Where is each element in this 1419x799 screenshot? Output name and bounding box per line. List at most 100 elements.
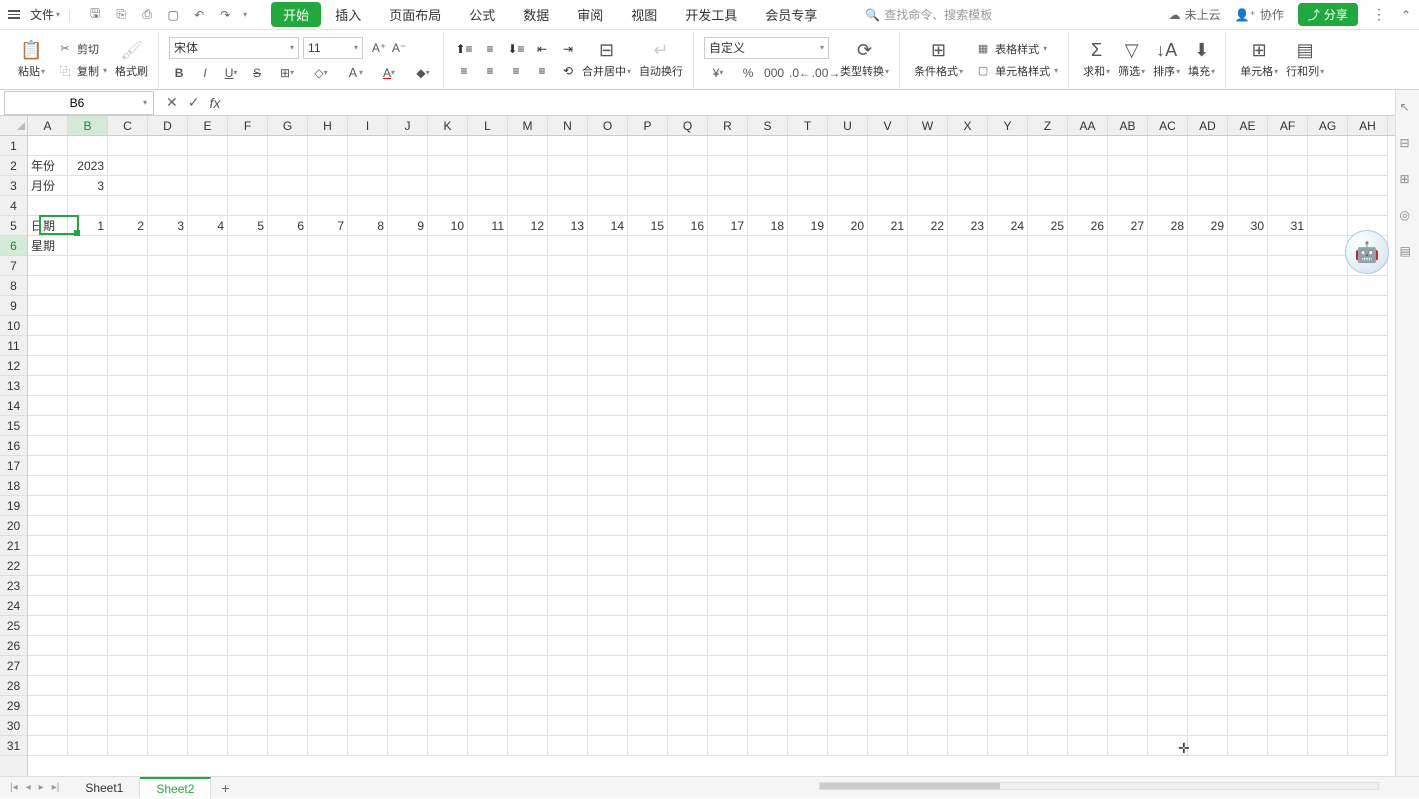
cell-F26[interactable]: [228, 636, 268, 656]
cell-AD10[interactable]: [1188, 316, 1228, 336]
cell-X9[interactable]: [948, 296, 988, 316]
cell-AH4[interactable]: [1348, 196, 1388, 216]
cell-B23[interactable]: [68, 576, 108, 596]
cell-AB15[interactable]: [1108, 416, 1148, 436]
cell-AE10[interactable]: [1228, 316, 1268, 336]
cell-AF2[interactable]: [1268, 156, 1308, 176]
cell-O15[interactable]: [588, 416, 628, 436]
hamburger-icon[interactable]: [8, 10, 20, 19]
cell-O30[interactable]: [588, 716, 628, 736]
cell-W17[interactable]: [908, 456, 948, 476]
cell-H23[interactable]: [308, 576, 348, 596]
col-header-X[interactable]: X: [948, 116, 988, 135]
cell-F11[interactable]: [228, 336, 268, 356]
cell-X18[interactable]: [948, 476, 988, 496]
cell-E18[interactable]: [188, 476, 228, 496]
cell-R18[interactable]: [708, 476, 748, 496]
cell-P8[interactable]: [628, 276, 668, 296]
cell-D21[interactable]: [148, 536, 188, 556]
cell-AD26[interactable]: [1188, 636, 1228, 656]
cell-R31[interactable]: [708, 736, 748, 756]
cell-L1[interactable]: [468, 136, 508, 156]
cell-C28[interactable]: [108, 676, 148, 696]
cell-S28[interactable]: [748, 676, 788, 696]
cell-D19[interactable]: [148, 496, 188, 516]
row-header-6[interactable]: 6: [0, 236, 27, 256]
cell-AE4[interactable]: [1228, 196, 1268, 216]
cell-Q28[interactable]: [668, 676, 708, 696]
cell-T3[interactable]: [788, 176, 828, 196]
cell-K21[interactable]: [428, 536, 468, 556]
row-header-22[interactable]: 22: [0, 556, 27, 576]
cell-V1[interactable]: [868, 136, 908, 156]
cell-Y5[interactable]: 24: [988, 216, 1028, 236]
cell-A13[interactable]: [28, 376, 68, 396]
cell-AE27[interactable]: [1228, 656, 1268, 676]
cell-A11[interactable]: [28, 336, 68, 356]
cell-G9[interactable]: [268, 296, 308, 316]
share-button[interactable]: ⤴ 分享: [1298, 3, 1358, 26]
cell-O28[interactable]: [588, 676, 628, 696]
prev-sheet-button[interactable]: ◂: [26, 782, 31, 793]
cell-AA9[interactable]: [1068, 296, 1108, 316]
cell-AD23[interactable]: [1188, 576, 1228, 596]
cell-I28[interactable]: [348, 676, 388, 696]
cell-C24[interactable]: [108, 596, 148, 616]
increase-font-button[interactable]: A⁺: [369, 38, 389, 58]
cell-Z12[interactable]: [1028, 356, 1068, 376]
cell-S1[interactable]: [748, 136, 788, 156]
cell-T2[interactable]: [788, 156, 828, 176]
cell-A5[interactable]: 日期: [28, 216, 68, 236]
cell-P28[interactable]: [628, 676, 668, 696]
cell-Y7[interactable]: [988, 256, 1028, 276]
cell-O25[interactable]: [588, 616, 628, 636]
cell-AD21[interactable]: [1188, 536, 1228, 556]
cell-U23[interactable]: [828, 576, 868, 596]
cell-U22[interactable]: [828, 556, 868, 576]
cell-T25[interactable]: [788, 616, 828, 636]
cell-AB13[interactable]: [1108, 376, 1148, 396]
percent-button[interactable]: %: [738, 63, 758, 83]
cell-AD12[interactable]: [1188, 356, 1228, 376]
cell-K12[interactable]: [428, 356, 468, 376]
cell-J19[interactable]: [388, 496, 428, 516]
cell-M25[interactable]: [508, 616, 548, 636]
cell-X4[interactable]: [948, 196, 988, 216]
cell-Y20[interactable]: [988, 516, 1028, 536]
cell-E16[interactable]: [188, 436, 228, 456]
cell-I11[interactable]: [348, 336, 388, 356]
cell-B18[interactable]: [68, 476, 108, 496]
cell-AF16[interactable]: [1268, 436, 1308, 456]
cell-J18[interactable]: [388, 476, 428, 496]
cell-AG7[interactable]: [1308, 256, 1348, 276]
cell-F9[interactable]: [228, 296, 268, 316]
cell-J23[interactable]: [388, 576, 428, 596]
cell-H9[interactable]: [308, 296, 348, 316]
cell-W24[interactable]: [908, 596, 948, 616]
cell-F25[interactable]: [228, 616, 268, 636]
cell-D29[interactable]: [148, 696, 188, 716]
fill-button[interactable]: ⬇ 填充▾: [1184, 35, 1219, 85]
cell-R26[interactable]: [708, 636, 748, 656]
cell-B3[interactable]: 3: [68, 176, 108, 196]
cell-G30[interactable]: [268, 716, 308, 736]
cell-C19[interactable]: [108, 496, 148, 516]
cell-O17[interactable]: [588, 456, 628, 476]
cell-K13[interactable]: [428, 376, 468, 396]
cell-G28[interactable]: [268, 676, 308, 696]
cell-H11[interactable]: [308, 336, 348, 356]
cell-AG16[interactable]: [1308, 436, 1348, 456]
cell-A7[interactable]: [28, 256, 68, 276]
cell-G12[interactable]: [268, 356, 308, 376]
cell-G18[interactable]: [268, 476, 308, 496]
col-header-T[interactable]: T: [788, 116, 828, 135]
cell-M15[interactable]: [508, 416, 548, 436]
cell-E25[interactable]: [188, 616, 228, 636]
cell-AB30[interactable]: [1108, 716, 1148, 736]
cell-L12[interactable]: [468, 356, 508, 376]
cell-C17[interactable]: [108, 456, 148, 476]
cell-P20[interactable]: [628, 516, 668, 536]
cell-K9[interactable]: [428, 296, 468, 316]
cell-R13[interactable]: [708, 376, 748, 396]
cell-N3[interactable]: [548, 176, 588, 196]
